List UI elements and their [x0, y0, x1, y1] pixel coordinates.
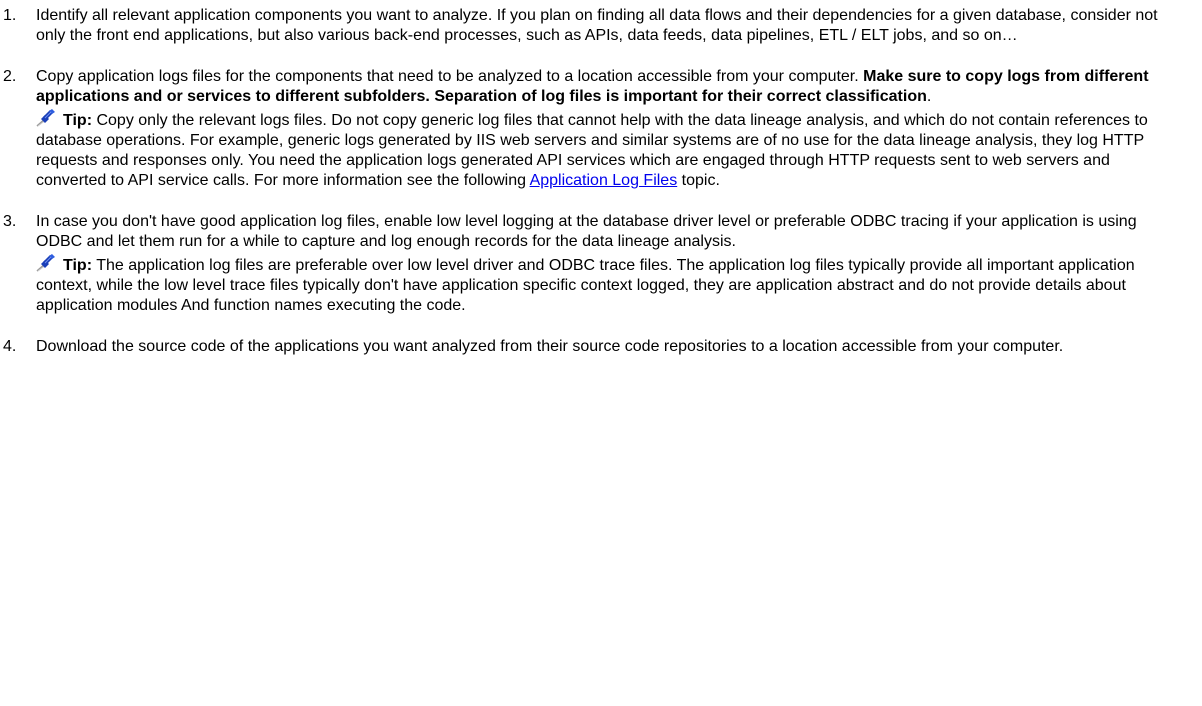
step-text-end: .: [926, 88, 932, 105]
document-body: 1. Identify all relevant application com…: [0, 0, 1202, 706]
step-text-body: In case you don't have good application …: [36, 213, 1137, 250]
step-1: 1. Identify all relevant application com…: [0, 6, 1178, 46]
step-text-body: Download the source code of the applicat…: [36, 338, 1064, 355]
step-text: Identify all relevant application compon…: [36, 6, 1178, 46]
application-log-files-link[interactable]: Application Log Files: [530, 172, 678, 189]
step-number: 4.: [3, 338, 17, 355]
tip-block: Tip: Copy only the relevant logs files. …: [36, 109, 1178, 191]
tip-text-end: topic.: [677, 172, 720, 189]
step-number: 2.: [3, 68, 17, 85]
tip-block: Tip: The application log files are prefe…: [36, 254, 1178, 316]
step-number: 3.: [3, 213, 17, 230]
step-text: Download the source code of the applicat…: [36, 337, 1178, 357]
pushpin-icon: [36, 254, 55, 272]
tip-text: The application log files are preferable…: [36, 257, 1135, 314]
step-text-body: Identify all relevant application compon…: [36, 7, 1158, 44]
step-3: 3. In case you don't have good applicati…: [0, 212, 1178, 316]
tip-label: Tip:: [63, 112, 93, 129]
step-text-body: Copy application logs files for the comp…: [36, 68, 864, 85]
step-text: Copy application logs files for the comp…: [36, 67, 1178, 107]
step-2: 2. Copy application logs files for the c…: [0, 67, 1178, 191]
tip-label: Tip:: [63, 257, 93, 274]
pushpin-icon: [36, 109, 55, 127]
step-4: 4. Download the source code of the appli…: [0, 337, 1178, 357]
step-number: 1.: [3, 7, 17, 24]
step-text: In case you don't have good application …: [36, 212, 1178, 252]
steps-list: 1. Identify all relevant application com…: [0, 6, 1178, 357]
